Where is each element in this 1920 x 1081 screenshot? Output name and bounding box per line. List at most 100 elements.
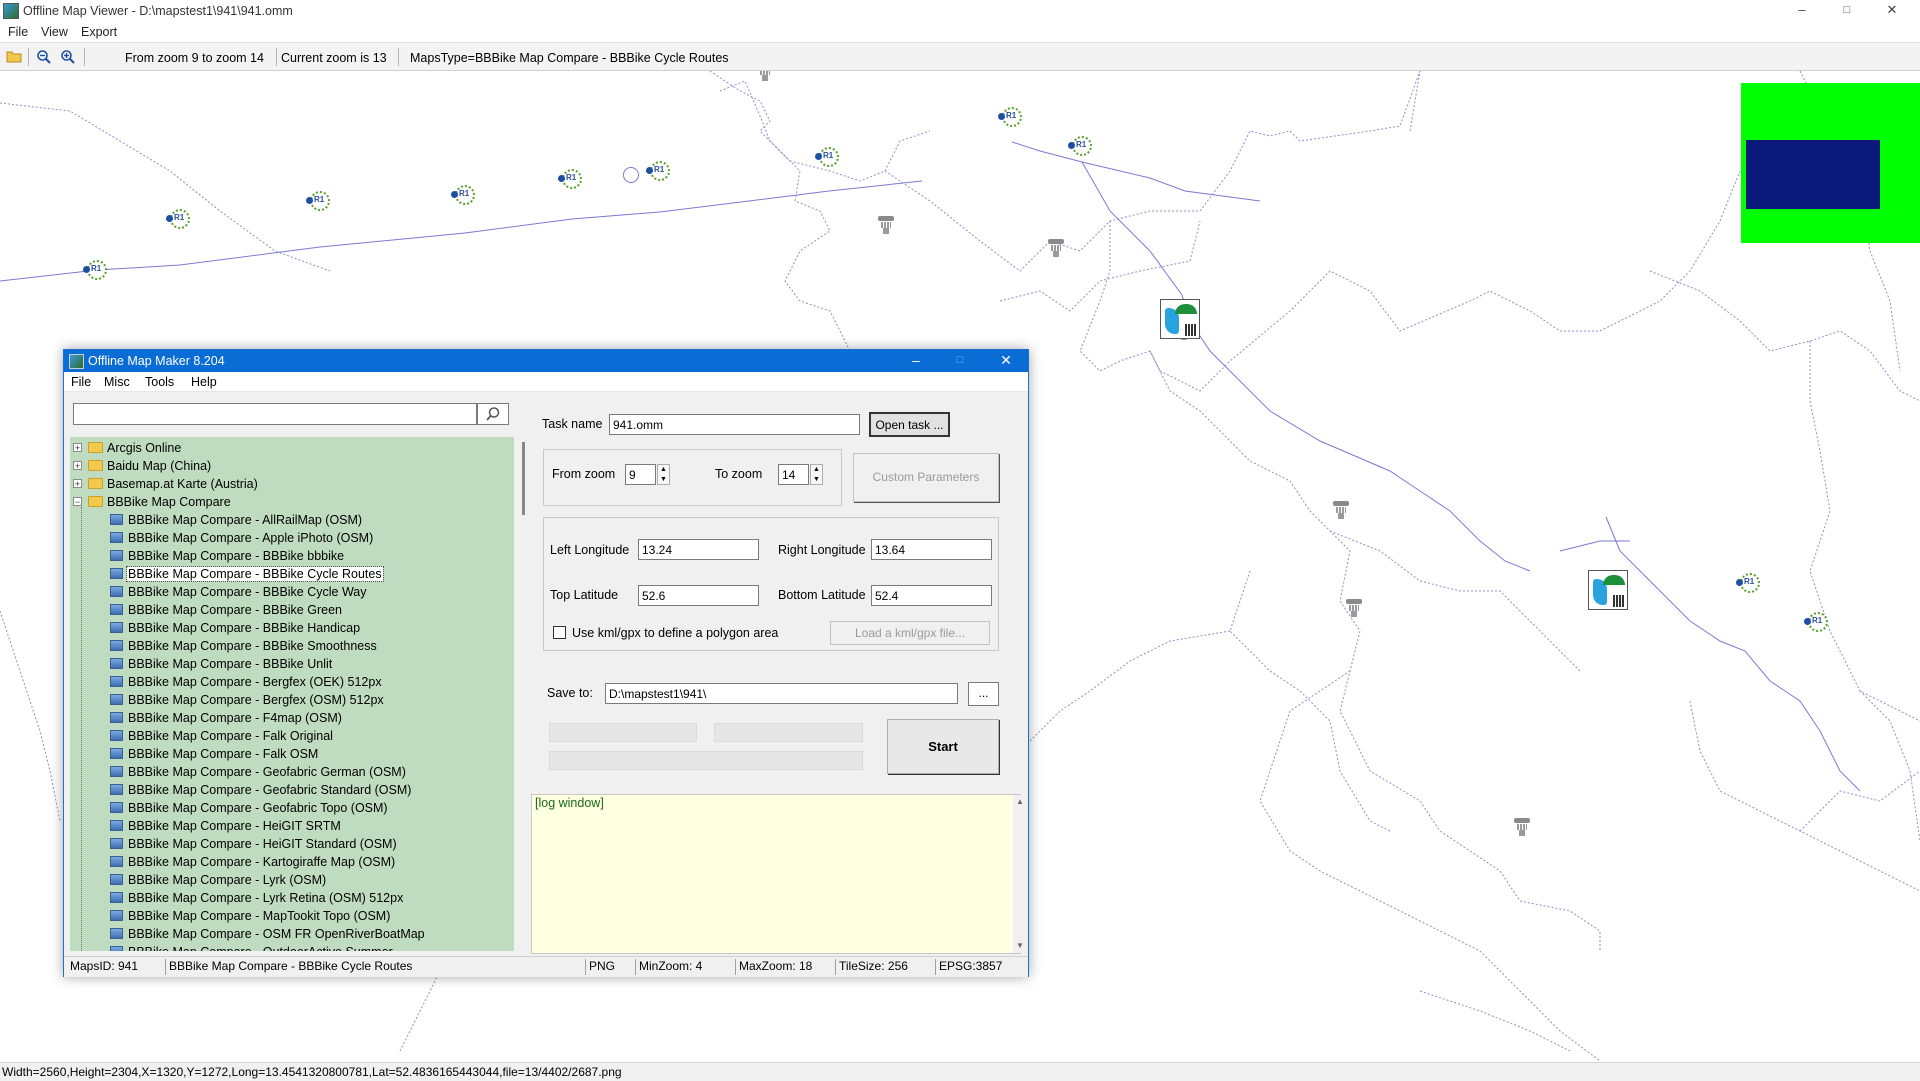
- use-kml-checkbox[interactable]: [553, 626, 566, 639]
- dialog-menu-bar: File Misc Tools Help: [64, 372, 1028, 392]
- tree-folder-label: Baidu Map (China): [107, 459, 212, 473]
- save-to-input[interactable]: [605, 683, 958, 704]
- map-source-tree[interactable]: + Arcgis Online + Baidu Map (China) + Basemap…: [70, 437, 514, 951]
- menu-export[interactable]: Export: [81, 25, 117, 39]
- from-zoom-input[interactable]: [625, 464, 656, 485]
- dialog-title-bar[interactable]: Offline Map Maker 8.204 – □ ✕: [64, 350, 1028, 372]
- tree-item-label: BBBike Map Compare - BBBike Cycle Routes: [126, 566, 384, 582]
- log-scrollbar[interactable]: ▲ ▼: [1013, 795, 1028, 953]
- status-max-zoom: MaxZoom: 18: [739, 959, 813, 973]
- browse-button[interactable]: ...: [968, 682, 999, 706]
- tree-item-label: BBBike Map Compare - OSM FR OpenRiverBoa…: [128, 927, 425, 941]
- to-zoom-input[interactable]: [778, 464, 809, 485]
- poi-icon[interactable]: [1160, 299, 1200, 339]
- top-latitude-input[interactable]: [638, 585, 759, 606]
- tower-icon: [757, 71, 773, 83]
- map-source-icon: [110, 658, 123, 669]
- folder-icon: [88, 442, 103, 453]
- app-icon: [3, 3, 19, 19]
- tree-item-label: BBBike Map Compare - Falk OSM: [128, 747, 319, 761]
- tree-scrollbar-thumb[interactable]: [522, 442, 525, 515]
- collapse-icon[interactable]: −: [73, 497, 82, 507]
- dialog-close-button[interactable]: ✕: [984, 350, 1028, 372]
- window-title: Offline Map Viewer - D:\mapstest1\941\94…: [23, 4, 293, 18]
- dialog-maximize-button[interactable]: □: [938, 350, 982, 372]
- tree-item-label: BBBike Map Compare - Kartogiraffe Map (O…: [128, 855, 396, 869]
- map-search-input[interactable]: [73, 403, 477, 425]
- dialog-minimize-button[interactable]: –: [894, 350, 938, 372]
- to-zoom-spinner[interactable]: ▲ ▼: [810, 464, 823, 485]
- minimap-viewport[interactable]: [1746, 140, 1880, 209]
- search-icon: [486, 407, 500, 421]
- zoom-range-info: From zoom 9 to zoom 14: [125, 51, 264, 65]
- zoom-in-icon[interactable]: [59, 49, 77, 65]
- route-marker[interactable]: R1: [1736, 571, 1762, 595]
- status-epsg: EPSG:3857: [939, 959, 1003, 973]
- maximize-button[interactable]: □: [1825, 0, 1869, 22]
- map-source-icon: [110, 694, 123, 705]
- left-longitude-input[interactable]: [638, 539, 759, 560]
- expand-icon[interactable]: +: [73, 479, 82, 489]
- search-button[interactable]: [477, 403, 509, 425]
- map-source-icon: [110, 514, 123, 525]
- custom-parameters-button[interactable]: Custom Parameters: [853, 453, 999, 502]
- save-to-label: Save to:: [547, 686, 593, 700]
- waypoint-marker[interactable]: [623, 167, 639, 183]
- tower-icon: [878, 216, 894, 236]
- log-text: [log window]: [535, 796, 604, 810]
- progress-bar-total: [549, 751, 863, 770]
- toolbar: From zoom 9 to zoom 14 Current zoom is 1…: [0, 42, 1920, 71]
- map-source-icon: [110, 676, 123, 687]
- close-button[interactable]: ✕: [1870, 0, 1914, 22]
- tree-item-label: BBBike Map Compare - MapTookit Topo (OSM…: [128, 909, 391, 923]
- from-zoom-spinner[interactable]: ▲ ▼: [657, 464, 670, 485]
- route-marker[interactable]: R1: [1804, 610, 1830, 634]
- load-kml-button[interactable]: Load a kml/gpx file...: [830, 621, 990, 645]
- tree-folder-label: Arcgis Online: [107, 441, 182, 455]
- route-marker[interactable]: R1: [1068, 134, 1094, 158]
- route-marker[interactable]: R1: [558, 167, 584, 191]
- tree-item-label: BBBike Map Compare - Lyrk (OSM): [128, 873, 327, 887]
- menu-view[interactable]: View: [41, 25, 68, 39]
- status-map-name: BBBike Map Compare - BBBike Cycle Routes: [169, 959, 413, 973]
- zoom-out-icon[interactable]: [35, 49, 53, 65]
- expand-icon[interactable]: +: [73, 461, 82, 471]
- maps-type-info: MapsType=BBBike Map Compare - BBBike Cyc…: [410, 51, 729, 65]
- expand-icon[interactable]: +: [73, 443, 82, 453]
- dialog-menu-help[interactable]: Help: [191, 375, 217, 389]
- dialog-menu-tools[interactable]: Tools: [145, 375, 174, 389]
- dialog-menu-misc[interactable]: Misc: [104, 375, 130, 389]
- progress-bar-2: [714, 723, 863, 742]
- route-marker[interactable]: R1: [451, 183, 477, 207]
- log-window[interactable]: [log window]: [531, 794, 1021, 954]
- status-divider: [935, 959, 936, 975]
- tree-item-label: BBBike Map Compare - BBBike Green: [128, 603, 342, 617]
- right-longitude-input[interactable]: [871, 539, 992, 560]
- title-bar: Offline Map Viewer - D:\mapstest1\941\94…: [0, 0, 1920, 22]
- minimize-button[interactable]: –: [1780, 0, 1824, 22]
- start-button[interactable]: Start: [887, 719, 999, 774]
- route-marker[interactable]: R1: [998, 105, 1024, 129]
- route-marker[interactable]: R1: [646, 159, 672, 183]
- open-folder-icon[interactable]: [5, 49, 23, 65]
- tree-item-label: BBBike Map Compare - HeiGIT SRTM: [128, 819, 341, 833]
- bottom-latitude-input[interactable]: [871, 585, 992, 606]
- route-marker[interactable]: R1: [306, 189, 332, 213]
- poi-icon[interactable]: [1588, 570, 1628, 610]
- menu-file[interactable]: File: [8, 25, 28, 39]
- map-source-icon: [110, 622, 123, 633]
- task-name-input[interactable]: [609, 414, 860, 435]
- from-zoom-label: From zoom: [552, 467, 616, 481]
- status-maps-id: MapsID: 941: [70, 959, 139, 973]
- tree-item-label: BBBike Map Compare - BBBike Smoothness: [128, 639, 377, 653]
- dialog-menu-file[interactable]: File: [71, 375, 91, 389]
- map-source-icon: [110, 640, 123, 651]
- folder-icon: [88, 478, 103, 489]
- route-marker[interactable]: R1: [815, 145, 841, 169]
- route-marker[interactable]: R1: [83, 258, 109, 282]
- status-divider: [835, 959, 836, 975]
- map-source-icon: [110, 928, 123, 939]
- open-task-button[interactable]: Open task ...: [869, 412, 950, 437]
- status-divider: [165, 959, 166, 975]
- route-marker[interactable]: R1: [166, 207, 192, 231]
